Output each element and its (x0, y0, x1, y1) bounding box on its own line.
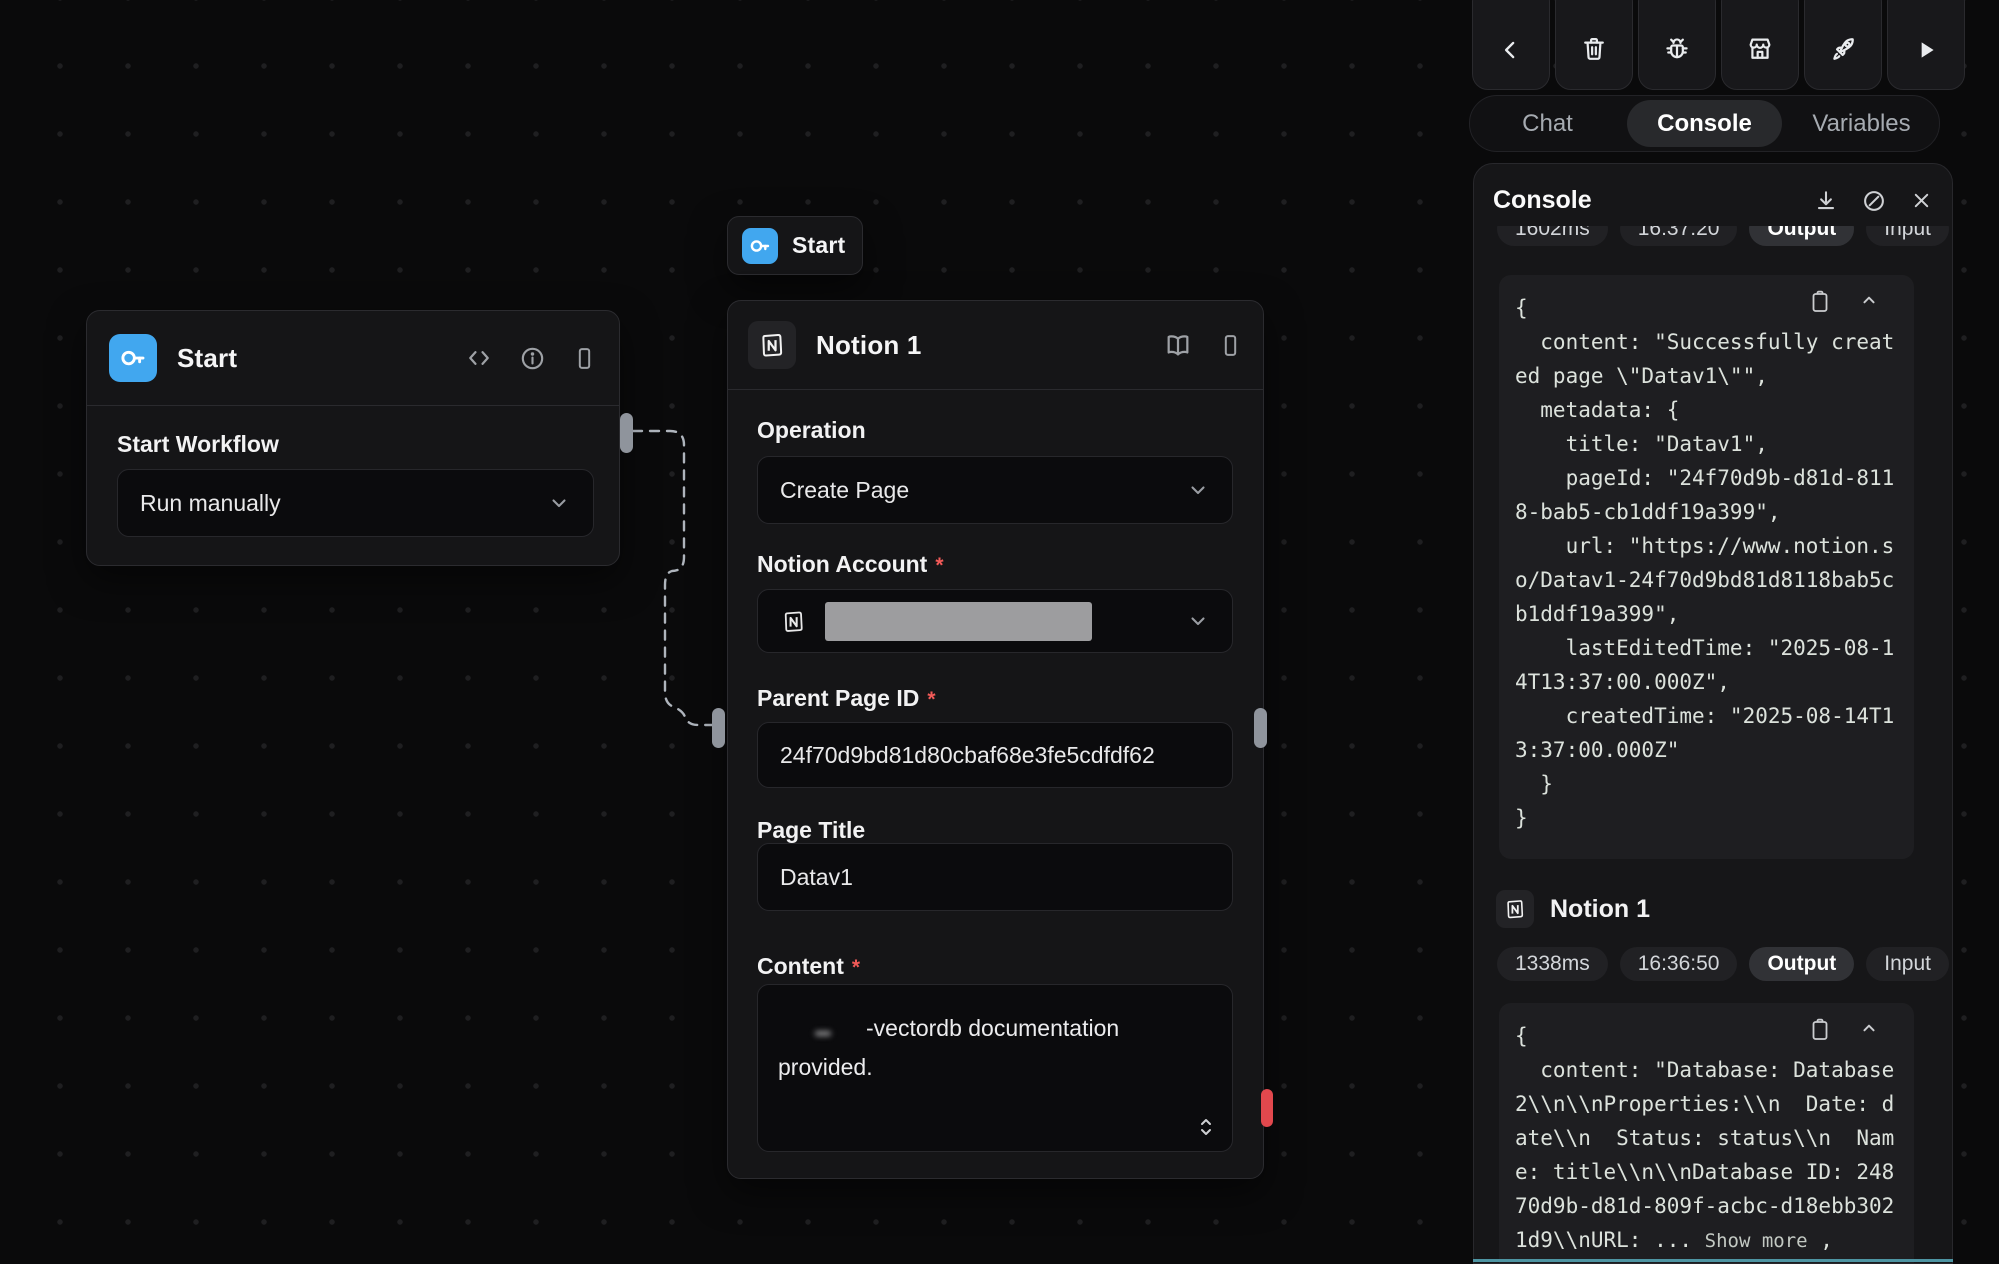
log-node-name: Notion 1 (1550, 895, 1650, 924)
collapse-icon[interactable] (1858, 289, 1880, 315)
chevron-down-icon (1186, 478, 1210, 502)
info-icon[interactable] (519, 345, 546, 372)
debug-button[interactable] (1638, 0, 1716, 90)
deploy-button[interactable] (1804, 0, 1882, 90)
resize-handle-icon[interactable] (1196, 1115, 1216, 1139)
page-title-label: Page Title (757, 817, 865, 844)
operation-select-value: Create Page (780, 477, 909, 504)
notion-account-select[interactable] (757, 589, 1233, 653)
notion-input-handle[interactable] (712, 708, 725, 748)
duration-badge: 1338ms (1497, 947, 1608, 981)
start-trigger-icon (109, 334, 157, 382)
mini-start-title: Start (792, 232, 845, 259)
notion-icon (748, 321, 796, 369)
clear-console-icon[interactable] (1861, 188, 1887, 214)
account-redacted-value (825, 602, 1092, 641)
run-button[interactable] (1887, 0, 1965, 90)
required-asterisk: * (927, 688, 935, 711)
chevron-down-icon (1186, 609, 1210, 633)
panel-tabs: Chat Console Variables (1469, 95, 1940, 152)
parent-page-input[interactable]: 24f70d9bd81d80cbaf68e3fe5cdfdf62 (757, 722, 1233, 788)
log-json-text: { content: "Database: Database 2\\n\\nPr… (1515, 1019, 1898, 1223)
content-label: Content* (757, 953, 860, 980)
duration-badge: 1602ms (1497, 226, 1608, 246)
log-entry-meta: 1602ms 16:37:20 Output Input (1497, 226, 1949, 246)
phone-icon[interactable] (1218, 333, 1243, 358)
phone-icon[interactable] (572, 346, 597, 371)
log-json-lastline: 1d9\\nURL: ... Show more , (1515, 1223, 1898, 1258)
panel-bottom-accent (1473, 1259, 1953, 1262)
code-icon[interactable] (465, 344, 493, 372)
tab-variables[interactable]: Variables (1784, 100, 1939, 147)
chevron-left-icon (1498, 37, 1524, 63)
notion-icon (780, 608, 807, 635)
node-divider (87, 405, 619, 406)
workflow-app: Start Start (0, 0, 1999, 1264)
log-entry-header: Notion 1 (1496, 890, 1650, 928)
trigger-select[interactable]: Run manually (117, 469, 594, 537)
log-json-text: { content: "Successfully creat ed page \… (1515, 291, 1898, 835)
operation-select[interactable]: Create Page (757, 456, 1233, 524)
page-title-input[interactable]: Datav1 (757, 843, 1233, 911)
start-trigger-icon (742, 228, 778, 264)
parent-page-label: Parent Page ID* (757, 685, 936, 712)
bug-icon (1663, 35, 1691, 63)
start-output-handle[interactable] (620, 413, 633, 453)
copy-icon[interactable] (1808, 1017, 1832, 1043)
operation-label: Operation (757, 417, 866, 444)
notion-error-handle[interactable] (1261, 1089, 1273, 1127)
console-panel: Console 1602ms 16:37:20 (1473, 163, 1953, 1264)
tab-console[interactable]: Console (1627, 100, 1782, 147)
parent-page-value: 24f70d9bd81d80cbaf68e3fe5cdfdf62 (780, 742, 1155, 769)
time-badge: 16:36:50 (1620, 947, 1738, 981)
start-workflow-label: Start Workflow (117, 431, 279, 458)
trigger-select-value: Run manually (140, 490, 281, 517)
log-output-block: { content: "Database: Database 2\\n\\nPr… (1499, 1003, 1914, 1263)
trash-icon (1580, 35, 1608, 63)
start-node-title: Start (177, 343, 237, 374)
chevron-down-icon (547, 491, 571, 515)
node-start-mini[interactable]: Start (727, 216, 863, 275)
tab-chat[interactable]: Chat (1470, 100, 1625, 147)
required-asterisk: * (935, 554, 943, 577)
redacted-word (815, 1031, 831, 1036)
store-icon (1746, 35, 1774, 63)
copy-icon[interactable] (1808, 289, 1832, 315)
node-start[interactable]: Start Start W (86, 310, 620, 566)
collapse-icon[interactable] (1858, 1017, 1880, 1043)
download-icon[interactable] (1813, 188, 1839, 214)
play-icon (1913, 37, 1939, 63)
input-toggle[interactable]: Input (1866, 947, 1949, 981)
page-title-value: Datav1 (780, 864, 853, 891)
console-title: Console (1493, 186, 1592, 215)
store-button[interactable] (1721, 0, 1799, 90)
delete-button[interactable] (1555, 0, 1633, 90)
notion-node-title: Notion 1 (816, 330, 922, 361)
console-scroll-area[interactable]: 1602ms 16:37:20 Output Input { content: … (1474, 226, 1952, 1263)
account-label: Notion Account* (757, 551, 944, 578)
show-more-link[interactable]: Show more (1705, 1230, 1808, 1252)
required-asterisk: * (852, 956, 860, 979)
back-button[interactable] (1472, 0, 1550, 90)
node-divider (728, 389, 1263, 390)
output-toggle[interactable]: Output (1749, 947, 1854, 981)
content-line-1: -vectordb documentation (778, 1009, 1212, 1048)
close-icon[interactable] (1909, 188, 1934, 214)
node-notion[interactable]: Notion 1 Operation Create Page (727, 300, 1264, 1179)
rocket-icon (1829, 35, 1857, 63)
notion-output-handle[interactable] (1254, 708, 1267, 748)
log-entry-meta: 1338ms 16:36:50 Output Input (1497, 947, 1949, 981)
notion-icon (1496, 890, 1534, 928)
time-badge: 16:37:20 (1620, 226, 1738, 246)
content-textarea[interactable]: -vectordb documentation provided. (757, 984, 1233, 1152)
output-toggle[interactable]: Output (1749, 226, 1854, 246)
input-toggle[interactable]: Input (1866, 226, 1949, 246)
book-icon[interactable] (1164, 331, 1192, 359)
log-output-block: { content: "Successfully creat ed page \… (1499, 275, 1914, 859)
content-line-2: provided. (778, 1048, 1212, 1087)
